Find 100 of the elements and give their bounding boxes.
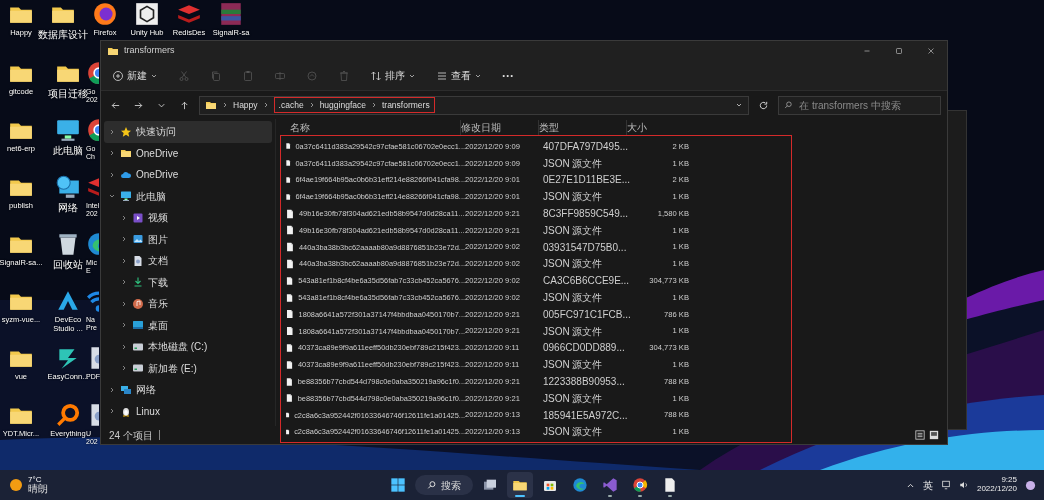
file-icon xyxy=(285,359,294,370)
network-icon xyxy=(55,174,81,200)
file-icon xyxy=(285,275,295,286)
file-icon xyxy=(285,175,292,185)
list-icon xyxy=(436,69,448,82)
breadcrumb-link[interactable]: .cache xyxy=(278,98,304,112)
table-cell-text: CA3C6B6CCE9E... xyxy=(543,274,631,289)
sun-icon xyxy=(8,477,24,493)
file-icon xyxy=(285,225,295,236)
document-icon xyxy=(662,477,678,493)
sidebar-item[interactable]: 图片 xyxy=(104,228,272,250)
table-cell-text: JSON 源文件 xyxy=(543,425,604,440)
breadcrumb-link[interactable]: transformers xyxy=(381,98,430,112)
taskbar-app[interactable] xyxy=(507,472,533,498)
star-icon xyxy=(120,125,132,138)
weather-text: 晴朗 xyxy=(28,483,48,495)
sidebar-item[interactable]: 视频 xyxy=(104,207,272,229)
browser-icon xyxy=(92,1,118,27)
file-icon xyxy=(285,342,294,353)
sidebar-item[interactable]: OneDrive xyxy=(104,164,272,186)
sort-icon xyxy=(370,69,382,82)
speaker-icon xyxy=(958,480,969,490)
file-icon xyxy=(285,326,295,337)
video-icon xyxy=(132,211,144,224)
edge-icon xyxy=(572,477,588,493)
address-bar[interactable]: Happy .cache huggingface transformers xyxy=(199,95,749,115)
column-header[interactable]: 类型 xyxy=(538,119,626,135)
table-cell-text: JSON 源文件 xyxy=(543,358,604,373)
window-title: transformers xyxy=(124,44,175,58)
display-icon xyxy=(940,480,951,490)
sidebar-item[interactable]: 音乐 xyxy=(104,293,272,315)
new-button[interactable]: 新建 xyxy=(109,66,161,85)
details-view-icon xyxy=(915,430,925,440)
search-field[interactable]: 在 transformers 中搜索 xyxy=(778,95,941,115)
icon-label[interactable]: 此电脑 xyxy=(53,145,83,157)
monitor-icon xyxy=(120,190,132,203)
clock-time[interactable]: 9:25 xyxy=(1001,476,1017,485)
table-cell-text: JSON 源文件 xyxy=(543,190,604,205)
sidebar-item[interactable]: 快速访问 xyxy=(104,121,272,143)
file-icon xyxy=(285,393,294,404)
more-button[interactable]: ··· xyxy=(499,64,517,87)
table-cell-text: 8C3FF9859C549... xyxy=(543,207,630,222)
icon-label[interactable]: 网络 xyxy=(58,202,78,214)
folder-icon xyxy=(120,147,132,160)
file-icon xyxy=(285,258,295,269)
network-icon xyxy=(120,383,132,396)
breadcrumb-link[interactable]: Happy xyxy=(233,98,258,112)
table-cell-text: 005FC971C1FCB... xyxy=(543,307,631,322)
column-header[interactable]: 修改日期 xyxy=(460,119,538,135)
sidebar-item[interactable]: 此电脑 xyxy=(104,185,272,207)
monitor-icon xyxy=(55,117,81,143)
archive-icon xyxy=(218,1,244,27)
icon-label[interactable]: 回收站 xyxy=(53,259,83,271)
icon-label[interactable]: 数据库设计 xyxy=(38,29,88,41)
column-header[interactable]: 大小 xyxy=(626,119,684,135)
table-cell-text: JSON 源文件 xyxy=(543,156,604,171)
file-icon xyxy=(285,208,295,219)
share-icon xyxy=(306,69,318,82)
input-method-text[interactable]: 英 xyxy=(922,477,933,493)
sidebar-item[interactable]: Linux xyxy=(104,400,272,422)
sidebar-item[interactable]: 文档 xyxy=(104,250,272,272)
breadcrumb-link[interactable]: huggingface xyxy=(319,98,366,112)
folder-icon xyxy=(205,99,217,111)
table-cell-text: JSON 源文件 xyxy=(543,257,604,272)
chevron-right-icon xyxy=(120,299,128,308)
column-header[interactable]: 名称 xyxy=(280,119,460,135)
sidebar-item[interactable]: OneDrive xyxy=(104,142,272,164)
drive-icon xyxy=(132,362,144,375)
chevron-right-icon xyxy=(108,170,116,179)
chevron-right-icon xyxy=(108,385,116,394)
search-button[interactable]: 搜索 xyxy=(415,475,473,495)
delete-icon xyxy=(338,69,350,82)
table-cell-text: JSON 源文件 xyxy=(543,391,604,406)
table-cell-text: 185941E5A972C... xyxy=(543,408,629,423)
table-cell-text: JSON 源文件 xyxy=(543,291,604,306)
penguin-icon xyxy=(120,405,132,418)
sidebar-item[interactable]: 下载 xyxy=(104,271,272,293)
file-icon xyxy=(285,309,295,320)
file-icon xyxy=(285,376,294,387)
file-icon xyxy=(285,191,292,202)
view-button[interactable]: 查看 xyxy=(433,66,485,85)
visual-studio-icon xyxy=(602,477,618,493)
plus-circle-icon xyxy=(112,69,124,82)
table-cell-text: JSON 源文件 xyxy=(543,324,604,339)
folder-icon xyxy=(107,45,119,57)
chevron-right-icon xyxy=(120,342,128,351)
table-cell-text: 03931547D75B0... xyxy=(543,240,628,255)
table-cell-text: 407DFA797D495... xyxy=(543,139,630,154)
chevron-right-icon xyxy=(108,407,116,416)
windows-icon xyxy=(390,477,406,493)
sidebar-item[interactable]: 桌面 xyxy=(104,314,272,336)
sidebar-item[interactable]: 新加卷 (E:) xyxy=(104,357,272,379)
task-view-icon xyxy=(482,477,498,493)
sidebar-item[interactable]: 网络 xyxy=(104,379,272,401)
sidebar-item[interactable]: 本地磁盘 (C:) xyxy=(104,336,272,358)
search-icon xyxy=(784,100,794,110)
chevron-right-icon xyxy=(120,213,128,222)
chevron-right-icon xyxy=(120,278,128,287)
clock-date[interactable]: 2022/12/20 xyxy=(976,485,1017,494)
sort-button[interactable]: 排序 xyxy=(367,66,419,85)
